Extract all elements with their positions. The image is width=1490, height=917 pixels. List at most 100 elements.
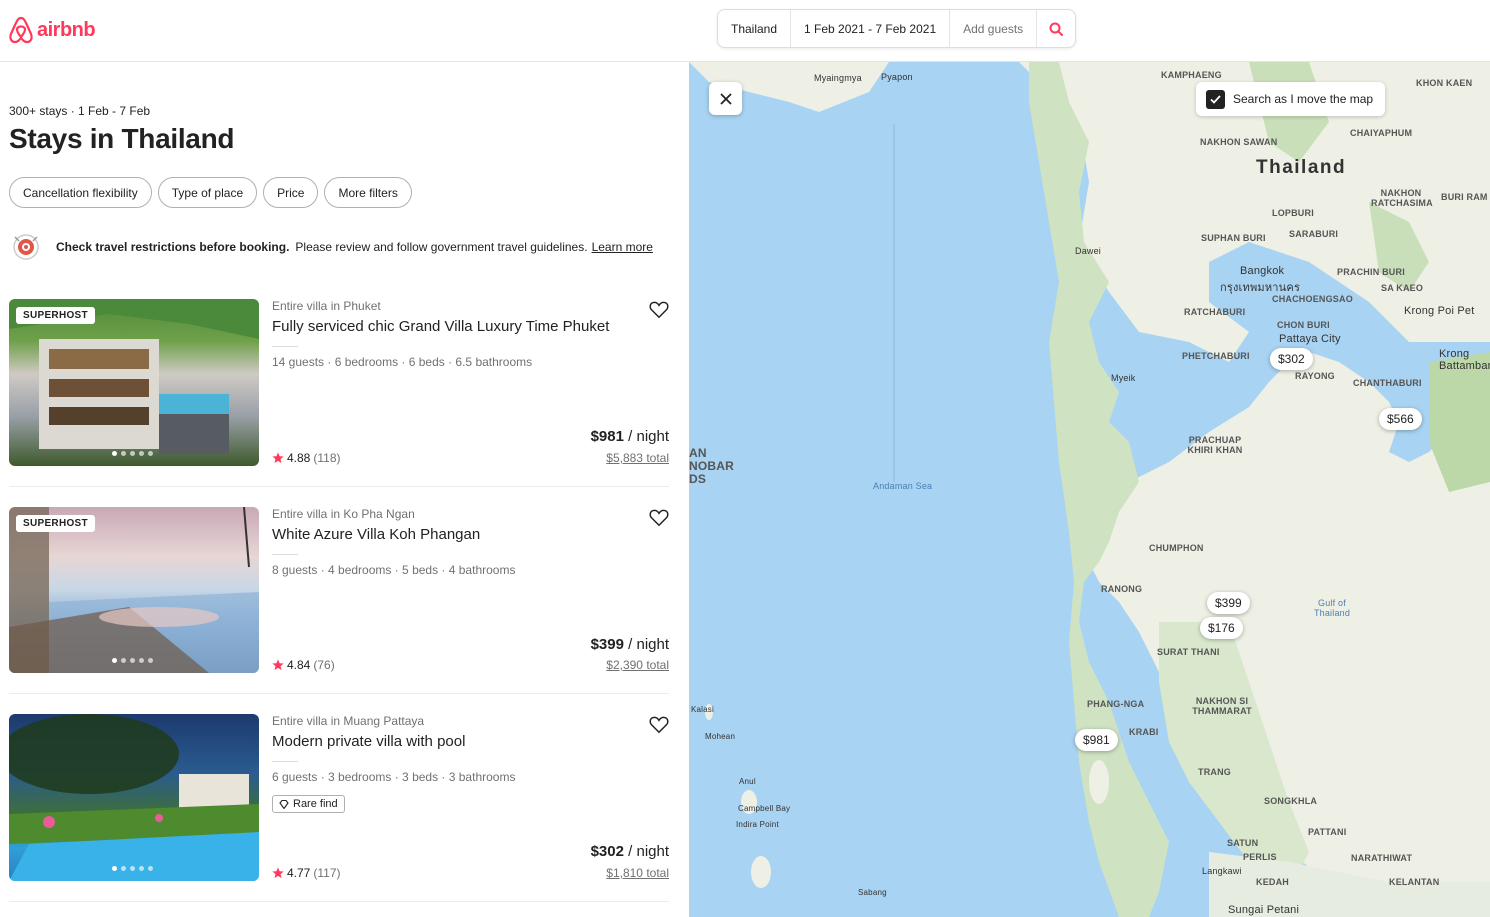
filter-cancellation-flexibility[interactable]: Cancellation flexibility bbox=[9, 177, 152, 208]
listing-rating: 4.84 (76) bbox=[272, 658, 335, 672]
map-label-pattaya: Pattaya City bbox=[1279, 333, 1341, 345]
map-label-ranong: RANONG bbox=[1101, 584, 1143, 594]
price-pin[interactable]: $566 bbox=[1379, 408, 1422, 430]
divider bbox=[272, 554, 298, 555]
airbnb-logo-icon bbox=[9, 16, 33, 44]
learn-more-link[interactable]: Learn more bbox=[592, 240, 653, 254]
search-as-map-moves-toggle[interactable]: Search as I move the map bbox=[1196, 82, 1386, 116]
travel-restrictions-notice: Check travel restrictions before booking… bbox=[12, 233, 653, 261]
results-panel: 300+ stays · 1 Feb - 7 Feb Stays in Thai… bbox=[0, 63, 689, 917]
map-label-lopburi: LOPBURI bbox=[1272, 208, 1314, 218]
villa-image bbox=[9, 299, 259, 454]
listing-card[interactable]: Entire villa in Muang Pattaya Modern pri… bbox=[9, 714, 669, 902]
search-button[interactable] bbox=[1037, 10, 1075, 47]
map-label-myaingmya: Myaingmya bbox=[814, 73, 862, 83]
rating-value: 4.84 bbox=[287, 658, 311, 672]
map-label-campbell: Campbell Bay bbox=[738, 804, 791, 813]
filter-price[interactable]: Price bbox=[263, 177, 319, 208]
map-label-prachin: PRACHIN BURI bbox=[1337, 267, 1405, 277]
rating-value: 4.88 bbox=[287, 451, 311, 465]
listing-photo[interactable]: SUPERHOST bbox=[9, 299, 259, 466]
map-label-chumphon: CHUMPHON bbox=[1149, 543, 1204, 553]
map-label-nakhon-sawan: NAKHON SAWAN bbox=[1200, 137, 1278, 147]
search-location[interactable]: Thailand bbox=[718, 10, 792, 47]
save-heart-icon[interactable] bbox=[648, 713, 670, 735]
listing-name[interactable]: Fully serviced chic Grand Villa Luxury T… bbox=[272, 318, 609, 335]
photo-carousel-dots[interactable] bbox=[112, 658, 153, 663]
map-label-indira: Indira Point bbox=[736, 820, 779, 829]
listing-total[interactable]: $5,883 total bbox=[606, 451, 669, 465]
map-label-krabi: KRABI bbox=[1129, 727, 1159, 737]
map-label-phetchaburi: PHETCHABURI bbox=[1182, 351, 1250, 361]
price-pin[interactable]: $981 bbox=[1075, 729, 1118, 751]
close-map-button[interactable] bbox=[709, 82, 742, 115]
map-label-nakhon-ratchasima: NAKHON RATCHASIMA bbox=[1371, 188, 1433, 208]
airbnb-logo[interactable]: airbnb bbox=[8, 16, 96, 44]
save-heart-icon[interactable] bbox=[648, 298, 670, 320]
map-label-langkawi: Langkawi bbox=[1202, 866, 1242, 876]
photo-carousel-dots[interactable] bbox=[112, 866, 153, 871]
price-unit: / night bbox=[623, 843, 669, 860]
search-bar[interactable]: Thailand 1 Feb 2021 - 7 Feb 2021 Add gue… bbox=[717, 9, 1076, 48]
listing-card[interactable]: SUPERHOST Entire villa in Phuket Fully s… bbox=[9, 299, 669, 487]
filter-type-of-place[interactable]: Type of place bbox=[157, 177, 258, 208]
map-panel[interactable]: Thailand Bangkok กรุงเทพมหานคร Pattaya C… bbox=[689, 62, 1490, 917]
listing-rating: 4.88 (118) bbox=[272, 451, 340, 465]
listing-name[interactable]: Modern private villa with pool bbox=[272, 733, 465, 750]
listing-photo[interactable]: SUPERHOST bbox=[9, 507, 259, 673]
map-label-buri-ram: BURI RAM bbox=[1441, 192, 1488, 202]
listing-rating: 4.77 (117) bbox=[272, 866, 340, 880]
map-label-gulf: Gulf of Thailand bbox=[1313, 598, 1351, 618]
price-pin[interactable]: $399 bbox=[1207, 592, 1250, 614]
filter-bar: Cancellation flexibility Type of place P… bbox=[9, 177, 412, 208]
price-amount: $981 bbox=[590, 428, 624, 445]
map-label-satun: SATUN bbox=[1227, 838, 1259, 848]
divider bbox=[272, 761, 298, 762]
map-label-dawei: Dawei bbox=[1075, 246, 1102, 256]
listing-photo[interactable] bbox=[9, 714, 259, 881]
search-icon bbox=[1049, 22, 1064, 36]
save-heart-icon[interactable] bbox=[648, 506, 670, 528]
map-label-rayong: RAYONG bbox=[1295, 371, 1335, 381]
photo-carousel-dots[interactable] bbox=[112, 451, 153, 456]
map-label-ratchaburi: RATCHABURI bbox=[1184, 307, 1246, 317]
map-label-pyapon: Pyapon bbox=[881, 72, 913, 82]
listing-specs: 14 guests · 6 bedrooms · 6 beds · 6.5 ba… bbox=[272, 355, 533, 369]
listing-name[interactable]: White Azure Villa Koh Phangan bbox=[272, 526, 480, 543]
map-label-bangkok: Bangkok bbox=[1240, 265, 1285, 277]
map-label-kalasi: Kalasi bbox=[691, 705, 714, 714]
filter-more-filters[interactable]: More filters bbox=[324, 177, 412, 208]
map-label-perlis: PERLIS bbox=[1243, 852, 1277, 862]
notice-heading: Check travel restrictions before booking… bbox=[56, 240, 290, 254]
superhost-badge: SUPERHOST bbox=[16, 515, 95, 532]
map-label-kamphaeng: KAMPHAENG bbox=[1161, 70, 1222, 80]
star-icon bbox=[272, 867, 284, 878]
rare-find-label: Rare find bbox=[293, 798, 338, 810]
listing-price: $981 / night bbox=[591, 428, 669, 445]
map-label-phang-nga: PHANG-NGA bbox=[1087, 699, 1145, 709]
listing-total[interactable]: $2,390 total bbox=[606, 658, 669, 672]
map-terrain bbox=[689, 62, 1490, 917]
map-label-sa-kaeo: SA KAEO bbox=[1381, 283, 1424, 293]
map-label-narathiwat: NARATHIWAT bbox=[1351, 853, 1413, 863]
close-icon bbox=[719, 92, 732, 105]
listing-card[interactable]: SUPERHOST Entire villa in Ko Pha Ngan Wh… bbox=[9, 507, 669, 694]
listing-total[interactable]: $1,810 total bbox=[606, 866, 669, 880]
map-label-krong-bat: Krong Battambang bbox=[1439, 348, 1490, 372]
listing-specs: 8 guests · 4 bedrooms · 5 beds · 4 bathr… bbox=[272, 563, 516, 577]
divider bbox=[272, 346, 298, 347]
search-dates[interactable]: 1 Feb 2021 - 7 Feb 2021 bbox=[791, 10, 951, 47]
search-guests[interactable]: Add guests bbox=[950, 10, 1038, 47]
listing-price: $399 / night bbox=[591, 636, 669, 653]
listing-specs: 6 guests · 3 bedrooms · 3 beds · 3 bathr… bbox=[272, 770, 516, 784]
logo-text: airbnb bbox=[37, 18, 96, 41]
top-navigation-bar: airbnb Thailand 1 Feb 2021 - 7 Feb 2021 … bbox=[0, 0, 1490, 62]
map-label-khon-kaen: KHON KAEN bbox=[1416, 78, 1473, 88]
alert-target-icon bbox=[13, 234, 39, 260]
rare-find-tag: Rare find bbox=[272, 795, 345, 813]
price-pin[interactable]: $176 bbox=[1200, 617, 1243, 639]
price-pin[interactable]: $302 bbox=[1270, 348, 1313, 370]
listing-type: Entire villa in Phuket bbox=[272, 299, 381, 313]
checkbox-checked[interactable] bbox=[1206, 89, 1225, 109]
map-label-andaman: Andaman Sea bbox=[873, 481, 933, 491]
